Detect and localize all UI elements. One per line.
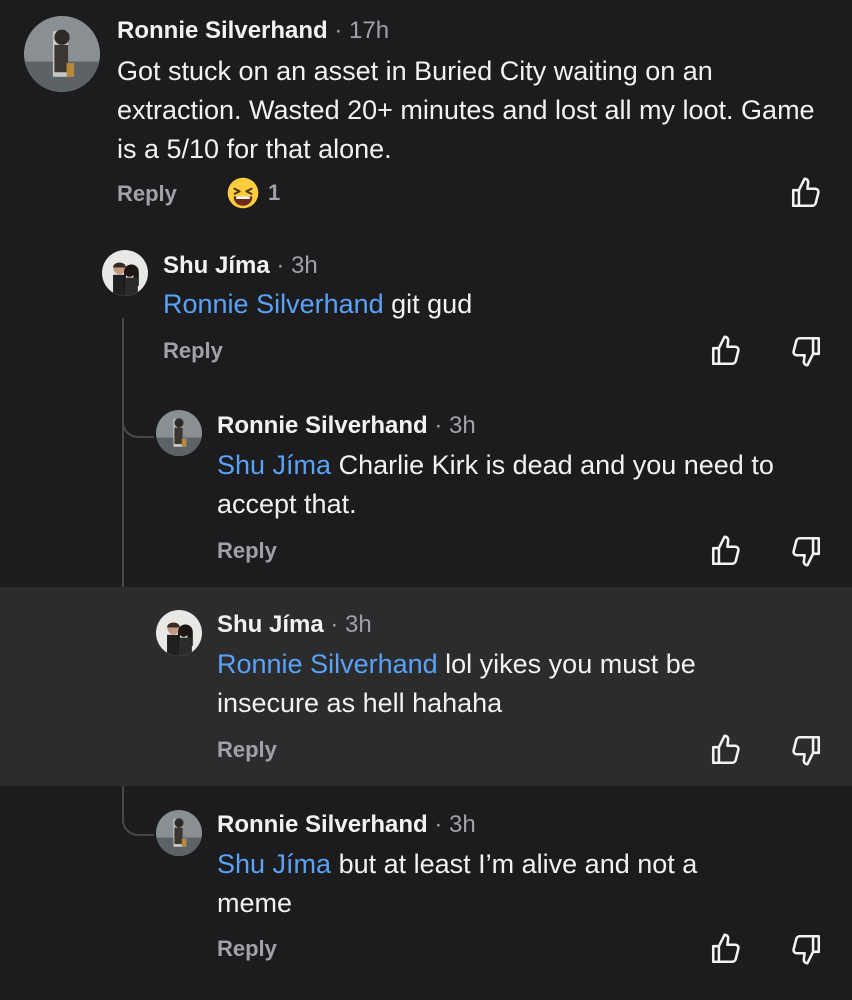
comment-text-content: git gud	[383, 289, 473, 319]
comment-text: Shu Jíma but at least I’m alive and not …	[217, 845, 777, 923]
reply-button[interactable]: Reply	[117, 181, 177, 207]
thumbs-up-icon	[709, 334, 743, 368]
separator-dot: ·	[276, 252, 285, 279]
like-button[interactable]	[709, 932, 743, 966]
like-button[interactable]	[709, 534, 743, 568]
mention-link[interactable]: Shu Jíma	[217, 450, 331, 480]
separator-dot: ·	[434, 811, 443, 838]
comment-header: Ronnie Silverhand · 3h	[217, 412, 476, 440]
timestamp: 3h	[449, 412, 476, 439]
reply-button[interactable]: Reply	[163, 338, 223, 364]
timestamp: 3h	[345, 611, 372, 638]
thumbs-up-icon	[709, 534, 743, 568]
dislike-button[interactable]	[789, 334, 823, 368]
comment-text: Ronnie Silverhand git gud	[163, 285, 813, 324]
mention-link[interactable]: Ronnie Silverhand	[163, 289, 384, 319]
comment-item: Ronnie Silverhand · 17h Got stuck on an …	[0, 0, 852, 226]
thumbs-up-icon	[709, 932, 743, 966]
comment-item: Ronnie Silverhand · 3h Shu Jíma but at l…	[0, 786, 852, 1000]
comment-item: Ronnie Silverhand · 3h Shu Jíma Charlie …	[0, 386, 852, 586]
thumbs-down-icon	[789, 932, 823, 966]
avatar[interactable]	[156, 610, 202, 656]
thumbs-up-icon	[709, 733, 743, 767]
author-name[interactable]: Ronnie Silverhand	[217, 412, 428, 439]
like-button[interactable]	[709, 334, 743, 368]
comment-item: Shu Jíma · 3h Ronnie Silverhand git gud …	[0, 226, 852, 386]
timestamp: 3h	[291, 252, 318, 279]
laughing-emoji-icon	[226, 176, 260, 210]
reply-button[interactable]: Reply	[217, 737, 277, 763]
author-name[interactable]: Shu Jíma	[217, 611, 324, 638]
comment-item-highlighted: Shu Jíma · 3h Ronnie Silverhand lol yike…	[0, 587, 852, 786]
dislike-button[interactable]	[789, 733, 823, 767]
author-name[interactable]: Ronnie Silverhand	[217, 811, 428, 838]
avatar[interactable]	[156, 410, 202, 456]
author-name[interactable]: Ronnie Silverhand	[117, 17, 328, 44]
thumbs-down-icon	[789, 534, 823, 568]
separator-dot: ·	[434, 412, 443, 439]
comment-text: Shu Jíma Charlie Kirk is dead and you ne…	[217, 446, 832, 524]
timestamp: 3h	[449, 811, 476, 838]
timestamp: 17h	[349, 17, 390, 44]
author-name[interactable]: Shu Jíma	[163, 252, 270, 279]
avatar[interactable]	[156, 810, 202, 856]
thumbs-down-icon	[789, 733, 823, 767]
comment-header: Shu Jíma · 3h	[163, 252, 318, 280]
comment-text: Ronnie Silverhand lol yikes you must be …	[217, 645, 777, 723]
comment-header: Shu Jíma · 3h	[217, 611, 372, 639]
dislike-button[interactable]	[789, 932, 823, 966]
mention-link[interactable]: Ronnie Silverhand	[217, 649, 438, 679]
comment-header: Ronnie Silverhand · 3h	[217, 811, 476, 839]
comment-header: Ronnie Silverhand · 17h	[117, 17, 389, 45]
like-button[interactable]	[789, 176, 823, 210]
reaction-count: 1	[268, 180, 281, 205]
avatar[interactable]	[24, 16, 100, 92]
dislike-button[interactable]	[789, 534, 823, 568]
reply-button[interactable]: Reply	[217, 936, 277, 962]
like-button[interactable]	[709, 733, 743, 767]
separator-dot: ·	[334, 17, 343, 44]
comment-text: Got stuck on an asset in Buried City wai…	[117, 56, 815, 164]
thumbs-up-icon	[789, 176, 823, 210]
separator-dot: ·	[330, 611, 339, 638]
thumbs-down-icon	[789, 334, 823, 368]
reply-button[interactable]: Reply	[217, 538, 277, 564]
mention-link[interactable]: Shu Jíma	[217, 849, 331, 879]
avatar[interactable]	[102, 250, 148, 296]
reaction-summary[interactable]: 1	[226, 176, 280, 210]
